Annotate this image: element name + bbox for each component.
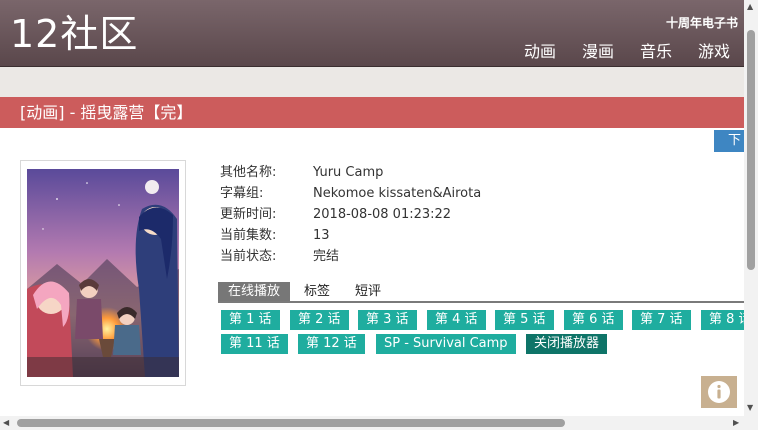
download-button[interactable]: 下	[714, 130, 744, 152]
nav-item-games[interactable]: 游戏	[698, 38, 730, 62]
episode-button[interactable]: 第 4 话	[427, 310, 486, 330]
triangle-right-icon[interactable]: ▶	[733, 418, 739, 428]
content-tabs: 在线播放 标签 短评	[218, 282, 744, 303]
page-viewport: 12社区 十周年电子书 动画 漫画 音乐 游戏 [动画] - 摇曳露营【完】 下	[0, 0, 744, 416]
triangle-left-icon[interactable]: ◀	[3, 418, 9, 428]
horizontal-scroll-thumb[interactable]	[17, 419, 565, 427]
episode-button[interactable]: 第 5 话	[495, 310, 554, 330]
info-circle-icon	[708, 381, 730, 403]
episode-button[interactable]: 第 6 话	[564, 310, 623, 330]
page-title: [动画] - 摇曳露营【完】	[0, 97, 744, 128]
ebook-link[interactable]: 十周年电子书	[666, 14, 738, 31]
main-nav: 动画 漫画 音乐 游戏	[524, 38, 730, 62]
detail-row: 当前集数: 13	[220, 227, 481, 248]
detail-value: 13	[313, 228, 330, 243]
detail-label: 当前状态:	[220, 249, 277, 264]
detail-row: 字幕组: Nekomoe kissaten&Airota	[220, 185, 481, 206]
horizontal-scrollbar[interactable]: ◀ ▶	[0, 416, 758, 430]
episode-button[interactable]: 第 3 话	[358, 310, 417, 330]
detail-label: 其他名称:	[220, 165, 277, 180]
tab-reviews[interactable]: 短评	[355, 282, 381, 301]
site-header: 12社区 十周年电子书 动画 漫画 音乐 游戏	[0, 0, 744, 67]
nav-item-anime[interactable]: 动画	[524, 38, 556, 62]
sub-header-strip	[0, 67, 744, 97]
triangle-up-icon[interactable]: ▲	[747, 2, 753, 12]
detail-row: 更新时间: 2018-08-08 01:23:22	[220, 206, 481, 227]
nav-item-manga[interactable]: 漫画	[582, 38, 614, 62]
vertical-scroll-thumb[interactable]	[747, 30, 755, 270]
detail-value: Nekomoe kissaten&Airota	[313, 186, 482, 201]
triangle-down-icon[interactable]: ▼	[747, 403, 753, 413]
episode-button-sp[interactable]: SP - Survival Camp	[376, 334, 516, 354]
detail-value: 2018-08-08 01:23:22	[313, 207, 452, 222]
tab-online-play[interactable]: 在线播放	[218, 282, 291, 301]
detail-row: 当前状态: 完结	[220, 248, 481, 269]
episode-button[interactable]: 第 1 话	[221, 310, 280, 330]
main-content: 下 其他名称: Yuru Camp 字幕组: Nekomoe kissaten&…	[0, 128, 744, 416]
detail-label: 字幕组:	[220, 186, 264, 201]
detail-label: 更新时间:	[220, 207, 277, 222]
episode-button[interactable]: 第 11 话	[221, 334, 288, 354]
detail-label: 当前集数:	[220, 228, 277, 243]
episode-button[interactable]: 第 12 话	[298, 334, 365, 354]
vertical-scrollbar[interactable]: ▲ ▼	[744, 0, 758, 416]
site-logo[interactable]: 12社区	[10, 12, 138, 56]
info-button[interactable]	[701, 376, 737, 408]
poster-image	[27, 169, 179, 377]
nav-item-music[interactable]: 音乐	[640, 38, 672, 62]
anime-details: 其他名称: Yuru Camp 字幕组: Nekomoe kissaten&Ai…	[220, 164, 481, 269]
tab-tags[interactable]: 标签	[304, 282, 330, 301]
poster-frame	[20, 160, 186, 386]
detail-value: Yuru Camp	[313, 165, 384, 180]
episode-button[interactable]: 第 2 话	[290, 310, 349, 330]
close-player-button[interactable]: 关闭播放器	[526, 334, 608, 354]
episode-button[interactable]: 第 8 话	[701, 310, 744, 330]
detail-value: 完结	[313, 249, 340, 264]
episode-button[interactable]: 第 7 话	[632, 310, 691, 330]
detail-row: 其他名称: Yuru Camp	[220, 164, 481, 185]
